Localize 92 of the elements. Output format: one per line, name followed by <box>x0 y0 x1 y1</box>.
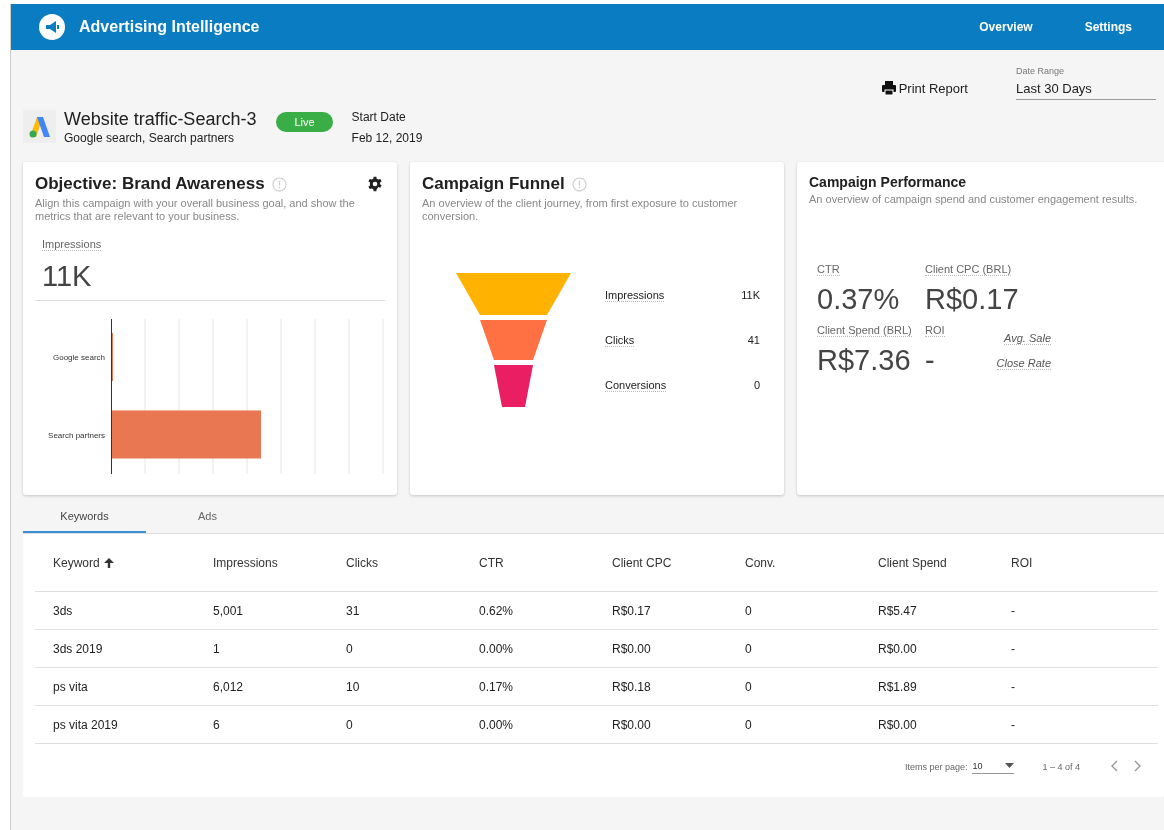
printer-icon <box>880 80 897 96</box>
metric-value: 11K <box>42 260 93 293</box>
items-per-page-label: Items per page: <box>904 762 968 772</box>
table-cell-text: 3ds <box>53 603 74 618</box>
table-cell-text: 1 <box>213 641 221 656</box>
stage-label: Impressions <box>605 288 665 302</box>
chevron-right-icon <box>1132 759 1142 772</box>
column-header[interactable]: ROI <box>1011 555 1033 570</box>
table-cell-text: 0 <box>745 641 753 656</box>
tab[interactable]: Ads <box>146 501 269 533</box>
column-header[interactable]: Client Spend <box>878 555 947 570</box>
column-header[interactable]: CTR <box>479 555 504 570</box>
nav-link[interactable]: Overview <box>959 20 1065 34</box>
field-label: Date Range <box>1016 66 1066 76</box>
table-cell-text: R$0.17 <box>612 603 652 618</box>
chevron-left-icon <box>1110 759 1120 772</box>
column-header[interactable]: Keyword <box>53 555 100 570</box>
table-cell-text: 0.17% <box>479 679 515 694</box>
campaign-name: Website traffic-Search-3 <box>64 109 257 130</box>
metric-label: CTR <box>817 263 840 276</box>
stage-value: 41 <box>747 333 760 347</box>
metric-label: Impressions <box>42 238 102 251</box>
table-cell-text: R$0.00 <box>878 641 918 656</box>
table-cell-text: 5,001 <box>213 603 245 618</box>
column-header[interactable]: Impressions <box>213 555 278 570</box>
column-header[interactable]: Client CPC <box>612 555 672 570</box>
table-cell-text: - <box>1011 603 1016 618</box>
up-arrow-icon <box>103 557 114 568</box>
table-cell-text: 3ds 2019 <box>53 641 104 656</box>
table-cell-text: 0.62% <box>479 603 515 618</box>
table-cell-text: ps vita 2019 <box>53 717 119 732</box>
card-description: An overview of campaign spend and customer engagement results. <box>809 193 1139 206</box>
table-cell-text: R$0.00 <box>612 717 652 732</box>
table-cell-text: R$0.18 <box>612 679 652 694</box>
info-icon <box>271 176 287 192</box>
column-header[interactable]: Clicks <box>346 555 378 570</box>
table-cell-text: R$0.00 <box>878 717 918 732</box>
table-cell-text: 0 <box>745 717 753 732</box>
card-description: Align this campaign with your overall business goal, and show the metrics that are relevant to your business. <box>35 197 356 223</box>
caret-icon <box>1005 763 1015 768</box>
info-icon <box>571 176 587 192</box>
metric-label: ROI <box>925 324 945 337</box>
metric-link[interactable]: Close Rate <box>996 357 1051 370</box>
metric-value: 0.37% <box>817 283 901 316</box>
table-cell-text: 6,012 <box>213 679 245 694</box>
stage-label: Conversions <box>605 378 667 392</box>
table-cell-text: 10 <box>346 679 361 694</box>
bar-label: Google search <box>52 353 105 363</box>
app-title: Advertising Intelligence <box>79 18 261 36</box>
table-cell-text: 0 <box>346 717 354 732</box>
date-range-select[interactable]: Date Range Last 30 Days <box>1016 66 1156 100</box>
metric-value: R$7.36 <box>817 344 912 377</box>
campaign-networks: Google search, Search partners <box>64 131 236 145</box>
bar-label: Search partners <box>48 430 105 440</box>
select-value: Last 30 Days <box>1016 81 1093 96</box>
stage-value: 0 <box>753 378 760 392</box>
table-cell-text: 0.00% <box>479 717 515 732</box>
table-cell-text: ps vita <box>53 679 89 694</box>
table-cell-text: R$1.89 <box>878 679 918 694</box>
page-range: 1 – 4 of 4 <box>1042 762 1080 772</box>
status-badge: Live <box>276 112 333 132</box>
stage-label: Clicks <box>605 333 635 347</box>
page-size-select[interactable]: 10 <box>972 760 1015 774</box>
megaphone-logo-icon <box>39 14 65 40</box>
table-cell-text: 31 <box>346 603 361 618</box>
card-description: An overview of the client journey, from first exposure to customer conversion. <box>422 197 739 223</box>
table-cell-text: R$0.00 <box>612 641 652 656</box>
card-title: Campaign Funnel <box>422 174 565 194</box>
metric-value: - <box>925 344 936 377</box>
start-date: Feb 12, 2019 <box>351 130 423 147</box>
table-cell-text: 0.00% <box>479 641 515 656</box>
table-cell-text: 6 <box>213 717 221 732</box>
ads-logo-icon <box>23 110 56 143</box>
card-title: Campaign Performance <box>809 174 967 190</box>
settings-icon[interactable] <box>367 176 383 192</box>
table-cell-text: 0 <box>745 603 753 618</box>
metric-link[interactable]: Avg. Sale <box>1004 332 1051 345</box>
start-date-label: Start Date <box>351 109 407 126</box>
nav-link[interactable]: Settings <box>1064 20 1164 34</box>
metric-value: R$0.17 <box>925 283 1020 316</box>
stage-value: 11K <box>741 288 760 302</box>
metric-label: Client CPC (BRL) <box>925 263 1012 276</box>
card-title: Objective: Brand Awareness <box>35 174 265 194</box>
column-header[interactable]: Conv. <box>745 555 776 570</box>
table-cell-text: - <box>1011 717 1016 732</box>
table-cell-text: - <box>1011 679 1016 694</box>
print-report-button[interactable]: Print Report <box>880 80 968 96</box>
table-cell-text: 0 <box>346 641 354 656</box>
table-cell-text: - <box>1011 641 1016 656</box>
metric-label: Client Spend (BRL) <box>817 324 912 337</box>
table-cell-text: 0 <box>745 679 753 694</box>
table-cell-text: R$5.47 <box>878 603 918 618</box>
